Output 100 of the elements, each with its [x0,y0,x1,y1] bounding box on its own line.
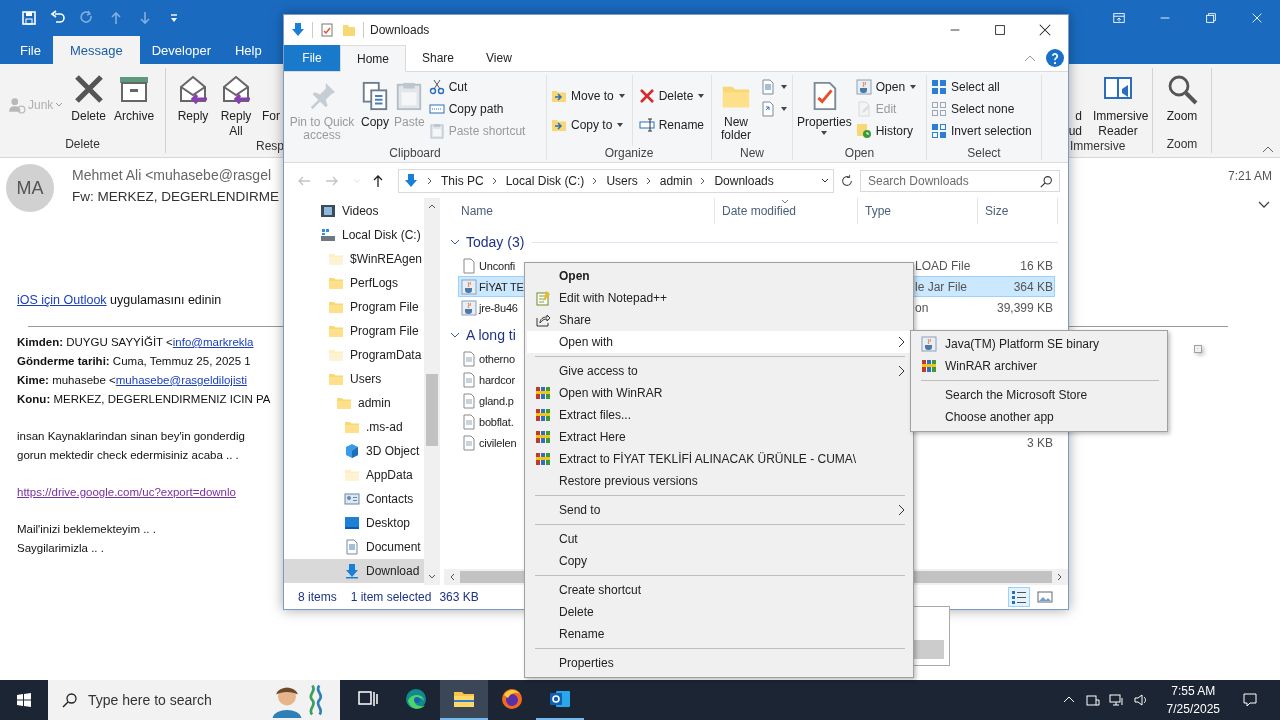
menu-item[interactable]: Open with WinRAR [527,382,911,404]
nav-item[interactable]: Local Disk (C:) [284,223,424,247]
menu-item[interactable]: Java(TM) Platform SE binary [913,333,1165,355]
ribbon-button[interactable]: Copy to [551,114,626,136]
menu-item[interactable]: Share [527,309,911,331]
menu-item[interactable]: Create shortcut [527,579,911,601]
search-field[interactable]: Search Downloads [860,169,1060,192]
ribbon-button[interactable]: Properties [797,75,852,146]
menu-item[interactable]: Rename [527,623,911,645]
menu-item[interactable]: Restore previous versions [527,470,911,492]
ribbon-button[interactable]: Select all [931,76,1032,98]
ribbon-button[interactable]: Cut [428,76,526,98]
ribbon-button[interactable]: Reply All [216,70,256,139]
breadcrumb[interactable]: Local Disk (C:) [505,173,585,188]
nav-item[interactable]: Document [284,535,424,559]
menu-item[interactable]: Choose another app [913,406,1165,428]
ribbon-button[interactable]: d ud [1068,109,1082,139]
taskbar-button[interactable] [440,680,488,720]
menu-item[interactable]: Edit with Notepad++ [527,287,911,309]
breadcrumb[interactable]: admin [659,173,693,188]
nav-item[interactable]: .ms-ad [284,415,424,439]
properties-icon[interactable] [319,22,335,38]
menu-item[interactable]: Send to [527,499,911,521]
email-link[interactable]: muhasebe@rasgeldilojisti [115,374,247,386]
restore-icon[interactable] [1204,11,1218,25]
ribbon-display-icon[interactable] [1112,11,1126,25]
ribbon-button[interactable]: Delete [71,70,107,124]
ribbon-tab[interactable]: Message [52,36,140,64]
ribbon-button[interactable]: Move to [551,85,626,107]
menu-item[interactable]: Copy [527,550,911,572]
nav-item[interactable]: Contacts [284,487,424,511]
view-button[interactable] [1008,587,1030,607]
ribbon-tab[interactable]: File [8,36,53,64]
group-header[interactable]: A long ti [450,327,516,343]
nav-item[interactable]: $WinREAgen [284,247,424,271]
ribbon-button[interactable]: Zoom [1165,70,1199,124]
caret-icon[interactable] [821,176,829,185]
menu-item[interactable]: Open with [527,331,911,353]
collapse-ribbon-icon[interactable] [1262,145,1274,153]
help-icon[interactable] [1046,49,1064,67]
scrollbar[interactable] [424,198,440,585]
menu-item[interactable]: Properties [527,652,911,674]
ribbon-button[interactable]: Copy path [428,98,526,120]
scrollbar-thumb[interactable] [426,374,438,446]
menu-item[interactable]: Give access to [527,360,911,382]
volume-icon[interactable] [1132,692,1149,708]
ribbon-tab[interactable]: Share [406,45,471,71]
ribbon-button[interactable]: History [855,120,918,142]
column-header[interactable]: Date modified [715,198,858,224]
ribbon-button[interactable]: Delete [638,85,706,107]
network-icon[interactable] [1108,692,1125,708]
nav-item[interactable]: Users [284,367,424,391]
download-link[interactable]: https://drive.google.com/uc?export=downlo [17,486,236,498]
ribbon-button[interactable] [760,98,788,120]
ribbon-button[interactable]: Archive [114,70,155,124]
email-link[interactable]: info@markrekla [172,336,254,348]
ribbon-tab[interactable]: Help [222,36,274,64]
maximize-icon[interactable] [993,23,1007,37]
breadcrumb[interactable]: This PC [441,173,484,188]
nav-item[interactable]: Program File [284,319,424,343]
menu-item[interactable]: Search the Microsoft Store [913,384,1165,406]
ribbon-button[interactable] [760,76,788,98]
ribbon-tab[interactable]: Developer [139,36,223,64]
refresh-icon[interactable] [840,173,854,188]
nav-item[interactable]: Desktop [284,511,424,535]
ribbon-button[interactable]: Immersive Reader [1086,70,1150,139]
nav-item[interactable]: PerfLogs [284,271,424,295]
undo-icon[interactable] [50,10,66,26]
menu-item[interactable]: Cut [527,528,911,550]
menu-item[interactable]: Extract Here [527,426,911,448]
ribbon-button[interactable]: Open [855,76,918,98]
close-icon[interactable] [1038,23,1052,37]
nav-item[interactable]: AppData [284,463,424,487]
ribbon-button[interactable]: New folder [716,75,756,146]
start-icon[interactable] [16,692,32,708]
column-header[interactable]: Name [454,198,715,224]
menu-item[interactable]: Open [527,265,911,287]
nav-item[interactable]: Videos [284,199,424,223]
chevron-down-icon[interactable] [1258,201,1270,209]
address-bar[interactable]: This PC Local Disk (C:) Users admin Downloads [398,168,834,193]
menu-item[interactable]: Extract files... [527,404,911,426]
menu-item[interactable]: WinRAR archiver [913,355,1165,377]
nav-item[interactable]: Program File [284,295,424,319]
collapse-ribbon-icon[interactable] [1024,54,1036,62]
ribbon-button[interactable]: Reply [176,70,210,124]
ribbon-tab[interactable]: Home [340,45,406,72]
breadcrumb[interactable]: Downloads [714,173,774,188]
menu-item[interactable]: Extract to FİYAT TEKLİFİ ALINACAK ÜRÜNLE - CUMA\ [527,448,911,470]
notification-icon[interactable] [1242,692,1258,708]
ribbon-button[interactable]: For [262,109,280,124]
ribbon-button[interactable]: Invert selection [931,120,1032,142]
group-header[interactable]: Today (3) [450,234,525,250]
file-menu-button[interactable]: File [284,45,340,71]
ribbon-button[interactable]: Select none [931,98,1032,120]
device-icon[interactable] [1084,692,1101,708]
ribbon-button[interactable]: Rename [638,114,706,136]
breadcrumb[interactable]: Users [606,173,638,188]
nav-item[interactable]: admin [284,391,424,415]
nav-item[interactable]: ProgramData [284,343,424,367]
column-header[interactable]: Type [858,198,978,224]
